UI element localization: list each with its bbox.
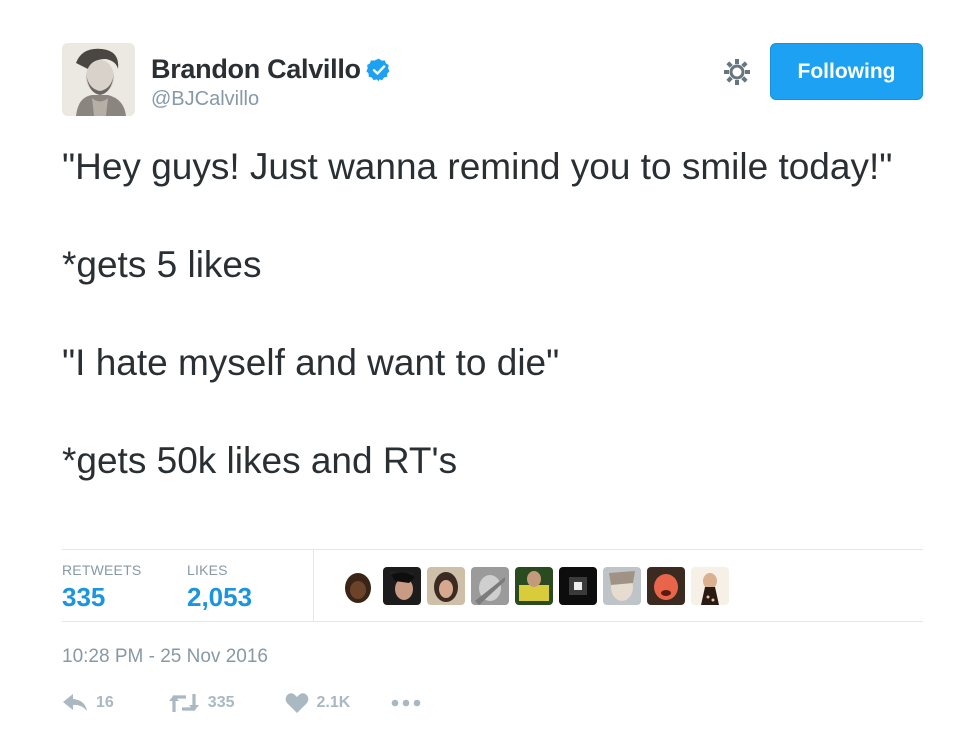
user-handle[interactable]: @BJCalvillo (151, 88, 259, 111)
liker-avatar[interactable] (603, 567, 641, 605)
more-dots-icon (390, 698, 422, 708)
tweet-text: "Hey guys! Just wanna remind you to smil… (62, 142, 942, 485)
display-name[interactable]: Brandon Calvillo (151, 54, 361, 85)
liker-avatar[interactable] (559, 567, 597, 605)
tweet-line: *gets 5 likes (62, 244, 262, 285)
reply-count: 16 (96, 694, 114, 711)
likes-label: LIKES (187, 562, 228, 578)
heart-icon (285, 692, 309, 714)
like-count: 2.1K (316, 694, 351, 711)
liker-avatar[interactable] (427, 567, 465, 605)
liker-avatar[interactable] (471, 567, 509, 605)
likes-stat[interactable]: LIKES 2,053 (187, 562, 252, 613)
tweet-stats: RETWEETS 335 LIKES 2,053 (62, 550, 923, 621)
following-button[interactable]: Following (770, 43, 923, 100)
like-button[interactable]: 2.1K (285, 692, 351, 714)
retweets-label: RETWEETS (62, 562, 142, 578)
tweet-line: "I hate myself and want to die" (62, 342, 560, 383)
liker-avatar[interactable] (383, 567, 421, 605)
retweets-count: 335 (62, 582, 106, 612)
gear-icon[interactable] (721, 56, 753, 88)
retweet-button[interactable]: 335 (168, 692, 235, 714)
tweet-actions: 16 335 2.1K (62, 692, 422, 714)
retweet-count: 335 (207, 694, 235, 711)
profile-avatar[interactable] (62, 43, 135, 116)
retweets-stat[interactable]: RETWEETS 335 (62, 562, 141, 613)
likes-count: 2,053 (187, 582, 253, 612)
more-button[interactable] (390, 698, 422, 708)
retweet-icon (168, 692, 200, 714)
liker-avatar[interactable] (515, 567, 553, 605)
verified-badge-icon (366, 57, 392, 83)
reply-button[interactable]: 16 (62, 693, 114, 713)
liker-avatar[interactable] (691, 567, 729, 605)
liker-avatar[interactable] (647, 567, 685, 605)
tweet-line: "Hey guys! Just wanna remind you to smil… (62, 146, 893, 187)
liker-avatar[interactable] (339, 567, 377, 605)
divider (62, 621, 923, 622)
reply-icon (62, 693, 88, 713)
stats-separator (313, 550, 314, 621)
liker-avatars (339, 567, 735, 605)
tweet-line: *gets 50k likes and RT's (62, 440, 458, 481)
tweet-timestamp[interactable]: 10:28 PM - 25 Nov 2016 (62, 646, 268, 668)
